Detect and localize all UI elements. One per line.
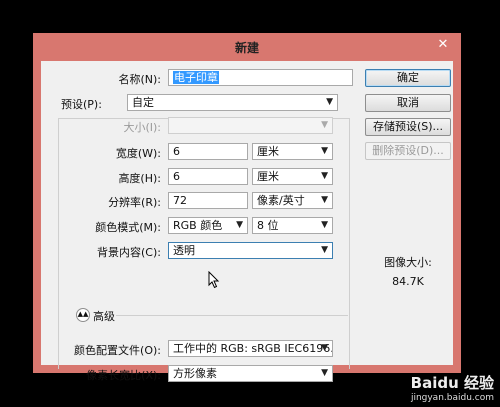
color-mode-label: 颜色模式(M):	[95, 221, 161, 234]
width-unit-select[interactable]: 厘米 ▼	[252, 143, 333, 160]
cancel-button[interactable]: 取消	[365, 94, 451, 112]
preset-select[interactable]: 自定 ▼	[127, 94, 338, 111]
width-unit-value: 厘米	[257, 145, 279, 158]
new-document-dialog: 新建 ✕ 名称(N): 电子印章 预设(P): 自定 ▼ 大小(I): ▼ 宽度…	[33, 33, 461, 382]
color-profile-select[interactable]: 工作中的 RGB: sRGB IEC6196... ▼	[168, 340, 333, 357]
chevron-down-icon: ▼	[321, 245, 328, 255]
ok-button[interactable]: 确定	[365, 69, 451, 87]
chevron-down-icon: ▼	[321, 343, 328, 353]
baidu-watermark: Baidu 经验 jingyan.baidu.com	[411, 372, 494, 403]
height-unit-value: 厘米	[257, 170, 279, 183]
watermark-url: jingyan.baidu.com	[410, 393, 494, 403]
delete-preset-button: 删除预设(D)...	[365, 142, 451, 160]
chevron-down-icon: ▼	[321, 195, 328, 205]
height-label: 高度(H):	[118, 172, 161, 185]
resolution-unit-value: 像素/英寸	[257, 194, 305, 207]
chevron-down-icon: ▼	[326, 97, 333, 107]
dialog-body: 名称(N): 电子印章 预设(P): 自定 ▼ 大小(I): ▼ 宽度(W): …	[41, 61, 453, 382]
chevron-down-icon: ▼	[321, 220, 328, 230]
chevron-down-icon: ▼	[321, 171, 328, 181]
pixel-aspect-label: 像素长宽比(X):	[86, 369, 161, 382]
height-field[interactable]: 6	[168, 168, 248, 185]
chevron-down-icon: ▼	[236, 220, 243, 230]
bit-depth-select[interactable]: 8 位 ▼	[252, 217, 333, 234]
chevron-down-icon: ▼	[321, 120, 328, 130]
resolution-label: 分辨率(R):	[108, 196, 161, 209]
bit-depth-value: 8 位	[257, 219, 279, 232]
close-icon[interactable]: ✕	[433, 37, 453, 53]
background-value: 透明	[173, 244, 195, 257]
image-size-label: 图像大小:	[384, 256, 432, 269]
mouse-cursor-icon	[208, 271, 220, 289]
color-mode-select[interactable]: RGB 颜色 ▼	[168, 217, 248, 234]
color-mode-value: RGB 颜色	[173, 219, 223, 232]
size-select: ▼	[168, 117, 333, 134]
name-value: 电子印章	[173, 71, 219, 84]
chevron-down-icon: ▼	[321, 368, 328, 378]
preset-label: 预设(P):	[61, 98, 102, 111]
name-label: 名称(N):	[118, 73, 161, 86]
save-preset-button[interactable]: 存储预设(S)...	[365, 118, 451, 136]
size-label: 大小(I):	[123, 121, 161, 134]
width-field[interactable]: 6	[168, 143, 248, 160]
width-label: 宽度(W):	[115, 147, 161, 160]
pixel-aspect-value: 方形像素	[173, 367, 217, 380]
height-unit-select[interactable]: 厘米 ▼	[252, 168, 333, 185]
watermark-logo: Baidu 经验	[410, 374, 494, 392]
dialog-titlebar[interactable]: 新建 ✕	[33, 33, 461, 60]
image-size-value: 84.7K	[392, 275, 424, 288]
advanced-expand-icon[interactable]: ▲▲	[76, 308, 90, 322]
advanced-divider	[116, 315, 348, 316]
dialog-title: 新建	[234, 41, 259, 55]
background-label: 背景内容(C):	[97, 246, 161, 259]
name-field[interactable]: 电子印章	[168, 69, 353, 86]
resolution-field[interactable]: 72	[168, 192, 248, 209]
chevron-down-icon: ▼	[321, 146, 328, 156]
background-select[interactable]: 透明 ▼	[168, 242, 333, 259]
advanced-label[interactable]: 高级	[93, 308, 123, 324]
pixel-aspect-select[interactable]: 方形像素 ▼	[168, 365, 333, 382]
color-profile-value: 工作中的 RGB: sRGB IEC6196...	[173, 342, 333, 355]
resolution-unit-select[interactable]: 像素/英寸 ▼	[252, 192, 333, 209]
color-profile-label: 颜色配置文件(O):	[74, 344, 161, 357]
preset-value: 自定	[132, 96, 154, 109]
